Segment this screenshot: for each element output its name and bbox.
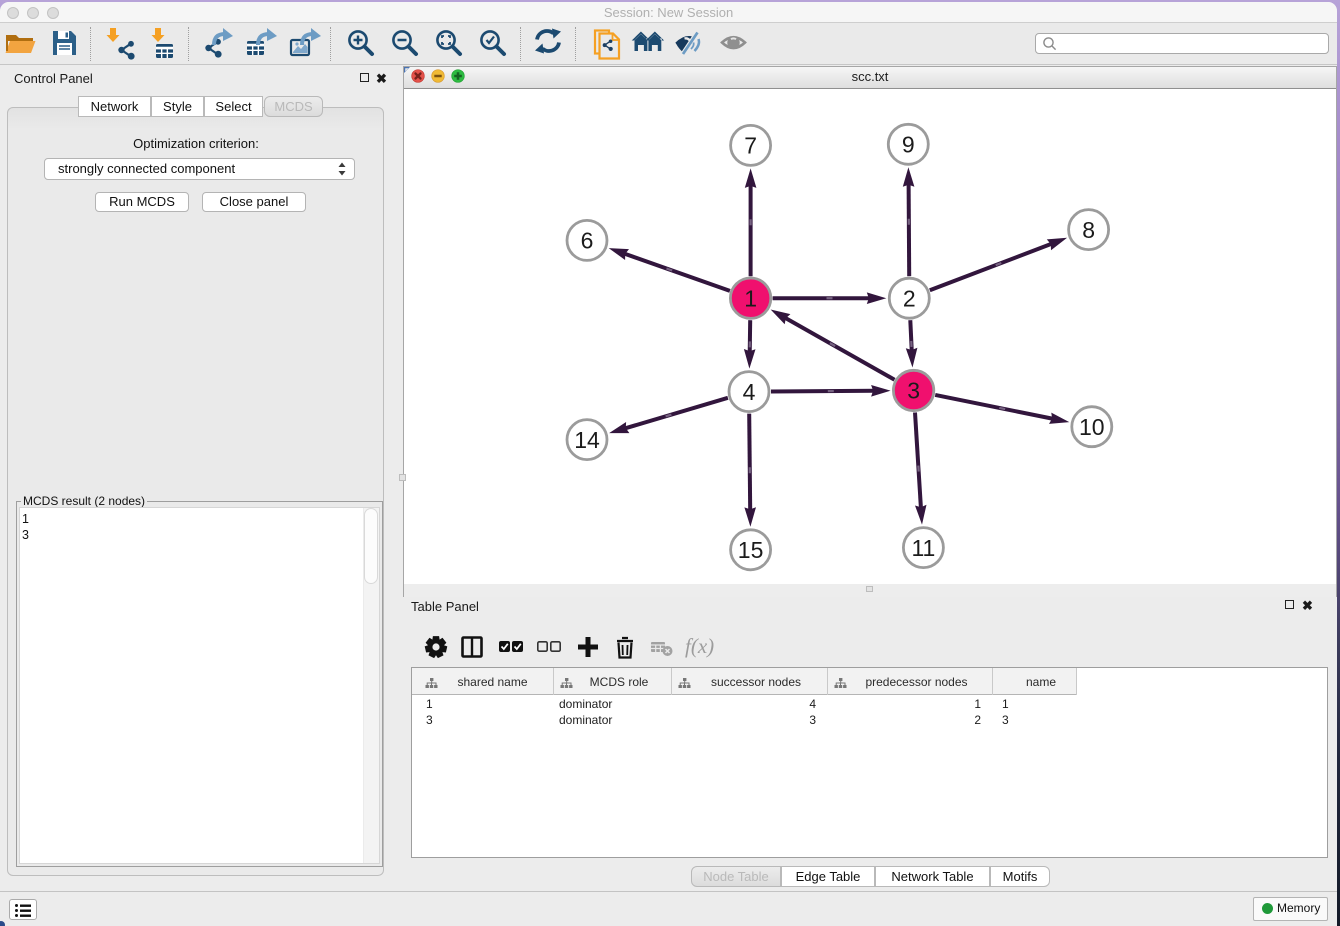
svg-text:4: 4 [743, 379, 756, 405]
svg-text:14: 14 [574, 427, 600, 453]
svg-text:3: 3 [907, 378, 920, 404]
svg-text:2: 2 [903, 285, 916, 311]
svg-text:1: 1 [744, 285, 757, 311]
svg-text:9: 9 [902, 132, 915, 158]
svg-text:6: 6 [581, 228, 594, 254]
svg-text:10: 10 [1079, 414, 1105, 440]
svg-text:8: 8 [1082, 217, 1095, 243]
svg-text:11: 11 [911, 535, 935, 561]
svg-text:15: 15 [738, 537, 764, 563]
svg-text:7: 7 [744, 133, 757, 159]
